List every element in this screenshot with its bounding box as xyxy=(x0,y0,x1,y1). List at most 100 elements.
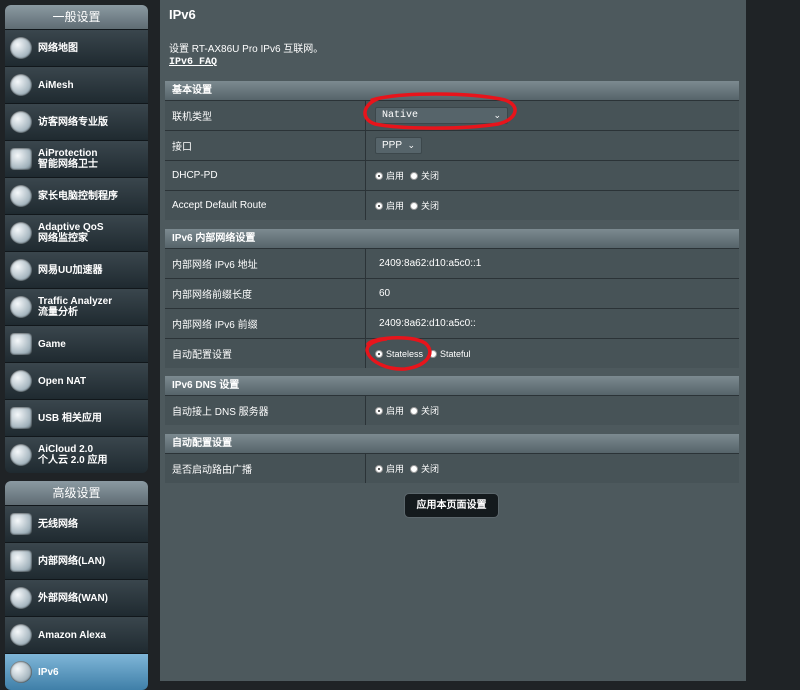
stateful-radio[interactable]: Stateful xyxy=(429,349,471,359)
section-header: 基本设置 xyxy=(165,81,739,100)
page-margin xyxy=(746,0,800,681)
ipv6-icon xyxy=(10,661,32,683)
main-content: IPv6 设置 RT-AX86U Pro IPv6 互联网。 IPv6 FAQ … xyxy=(160,0,746,681)
row-label: Accept Default Route xyxy=(165,191,365,220)
interface-select[interactable]: PPP ⌄ xyxy=(375,137,422,154)
accept-route-disable-radio[interactable]: 关闭 xyxy=(410,199,439,212)
section-header: IPv6 内部网络设置 xyxy=(165,229,739,248)
autoconfig-section: 自动配置设置 是否启动路由广播 启用 关闭 xyxy=(165,434,739,483)
page-description: 设置 RT-AX86U Pro IPv6 互联网。 xyxy=(169,44,324,55)
nav-sublabel: 流量分析 xyxy=(38,307,78,318)
nav-label: 访客网络专业版 xyxy=(38,116,108,128)
dhcp-pd-disable-radio[interactable]: 关闭 xyxy=(410,169,439,182)
prefix-length-value: 60 xyxy=(379,288,391,299)
stateless-radio[interactable]: Stateless xyxy=(375,349,423,359)
wan-globe-icon xyxy=(10,587,32,609)
row-label: 自动接上 DNS 服务器 xyxy=(165,396,365,425)
auto-dns-enable-radio[interactable]: 启用 xyxy=(375,404,404,417)
open-nat-icon xyxy=(10,370,32,392)
row-label: 自动配置设置 xyxy=(165,339,365,368)
nav-wireless[interactable]: 无线网络 xyxy=(5,505,148,542)
nav-label: Adaptive QoS xyxy=(38,222,104,233)
nav-parental-control[interactable]: 家长电脑控制程序 xyxy=(5,177,148,214)
basic-settings-section: 基本设置 联机类型 Native ⌄ 接口 PPP ⌄ DHCP-PD 启用 关… xyxy=(165,81,739,220)
ipv6-faq-link[interactable]: IPv6 FAQ xyxy=(169,57,217,68)
chevron-down-icon: ⌄ xyxy=(407,140,415,150)
globe-network-icon xyxy=(10,37,32,59)
advanced-settings-header: 高级设置 xyxy=(5,481,148,505)
nav-label: AiCloud 2.0 xyxy=(38,444,94,455)
nav-wan[interactable]: 外部网络(WAN) xyxy=(5,579,148,616)
apply-button[interactable]: 应用本页面设置 xyxy=(404,493,499,518)
nav-label: 外部网络(WAN) xyxy=(38,592,108,604)
router-advertisement-row: 是否启动路由广播 启用 关闭 xyxy=(165,453,739,483)
nav-label: Traffic Analyzer xyxy=(38,296,113,307)
nav-aiprotection[interactable]: AiProtection 智能网络卫士 xyxy=(5,140,148,177)
general-settings-header: 一般设置 xyxy=(5,5,148,29)
nav-aicloud[interactable]: AiCloud 2.0 个人云 2.0 应用 xyxy=(5,436,148,473)
dhcp-pd-enable-radio[interactable]: 启用 xyxy=(375,169,404,182)
nav-open-nat[interactable]: Open NAT xyxy=(5,362,148,399)
row-label: 内部网络前缀长度 xyxy=(165,279,365,308)
advanced-settings-panel: 高级设置 无线网络 内部网络(LAN) 外部网络(WAN) Amazon Ale… xyxy=(5,481,148,690)
parental-control-icon xyxy=(10,185,32,207)
nav-amazon-alexa[interactable]: Amazon Alexa xyxy=(5,616,148,653)
ipv6-lan-section: IPv6 内部网络设置 内部网络 IPv6 地址 2409:8a62:d10:a… xyxy=(165,229,739,368)
nav-label: Open NAT xyxy=(38,375,87,387)
dhcp-pd-row: DHCP-PD 启用 关闭 xyxy=(165,160,739,190)
nav-usb-apps[interactable]: USB 相关应用 xyxy=(5,399,148,436)
nav-lan[interactable]: 内部网络(LAN) xyxy=(5,542,148,579)
aicloud-icon xyxy=(10,444,32,466)
row-label: DHCP-PD xyxy=(165,161,365,190)
nav-label: Amazon Alexa xyxy=(38,629,106,641)
nav-label: IPv6 xyxy=(38,666,59,678)
nav-adaptive-qos[interactable]: Adaptive QoS 网络监控家 xyxy=(5,214,148,251)
nav-network-map[interactable]: 网络地图 xyxy=(5,29,148,66)
select-value: PPP xyxy=(382,140,403,151)
nav-sublabel: 个人云 2.0 应用 xyxy=(38,455,108,466)
lan-ipv6-address-row: 内部网络 IPv6 地址 2409:8a62:d10:a5c0::1 xyxy=(165,248,739,278)
router-adv-enable-radio[interactable]: 启用 xyxy=(375,462,404,475)
connection-type-row: 联机类型 Native ⌄ xyxy=(165,100,739,130)
nav-traffic-analyzer[interactable]: Traffic Analyzer 流量分析 xyxy=(5,288,148,325)
auto-dns-row: 自动接上 DNS 服务器 启用 关闭 xyxy=(165,395,739,425)
connection-type-select[interactable]: Native ⌄ xyxy=(375,107,508,124)
accept-route-enable-radio[interactable]: 启用 xyxy=(375,199,404,212)
prefix-length-row: 内部网络前缀长度 60 xyxy=(165,278,739,308)
ipv6-dns-section: IPv6 DNS 设置 自动接上 DNS 服务器 启用 关闭 xyxy=(165,376,739,425)
aimesh-icon xyxy=(10,74,32,96)
nav-sublabel: 智能网络卫士 xyxy=(38,159,98,170)
row-label: 内部网络 IPv6 前缀 xyxy=(165,309,365,338)
nav-ipv6[interactable]: IPv6 xyxy=(5,653,148,690)
traffic-analyzer-icon xyxy=(10,296,32,318)
nav-uu-accelerator[interactable]: 网易UU加速器 xyxy=(5,251,148,288)
nav-game[interactable]: Game xyxy=(5,325,148,362)
auto-dns-disable-radio[interactable]: 关闭 xyxy=(410,404,439,417)
lan-ipv6-prefix-row: 内部网络 IPv6 前缀 2409:8a62:d10:a5c0:: xyxy=(165,308,739,338)
general-settings-panel: 一般设置 网络地图 AiMesh 访客网络专业版 AiProtection 智能… xyxy=(5,5,148,473)
select-value: Native xyxy=(382,110,419,121)
guest-network-icon xyxy=(10,111,32,133)
nav-guest-network[interactable]: 访客网络专业版 xyxy=(5,103,148,140)
row-label: 是否启动路由广播 xyxy=(165,454,365,483)
qos-gauge-icon xyxy=(10,222,32,244)
row-label: 内部网络 IPv6 地址 xyxy=(165,249,365,278)
nav-label: AiProtection xyxy=(38,148,98,159)
nav-label: AiMesh xyxy=(38,79,74,91)
alexa-icon xyxy=(10,624,32,646)
nav-label: 无线网络 xyxy=(38,518,78,530)
lan-ipv6-address-value: 2409:8a62:d10:a5c0::1 xyxy=(379,258,482,269)
section-header: 自动配置设置 xyxy=(165,434,739,453)
nav-sublabel: 网络监控家 xyxy=(38,233,88,244)
sidebar: 一般设置 网络地图 AiMesh 访客网络专业版 AiProtection 智能… xyxy=(5,5,148,690)
nav-aimesh[interactable]: AiMesh xyxy=(5,66,148,103)
router-adv-disable-radio[interactable]: 关闭 xyxy=(410,462,439,475)
usb-icon xyxy=(10,407,32,429)
speedometer-icon xyxy=(10,259,32,281)
wireless-icon xyxy=(10,513,32,535)
nav-label: 内部网络(LAN) xyxy=(38,555,106,567)
autoconf-row: 自动配置设置 Stateless Stateful xyxy=(165,338,739,368)
gamepad-icon xyxy=(10,333,32,355)
row-label: 联机类型 xyxy=(165,101,365,130)
chevron-down-icon: ⌄ xyxy=(493,110,501,121)
